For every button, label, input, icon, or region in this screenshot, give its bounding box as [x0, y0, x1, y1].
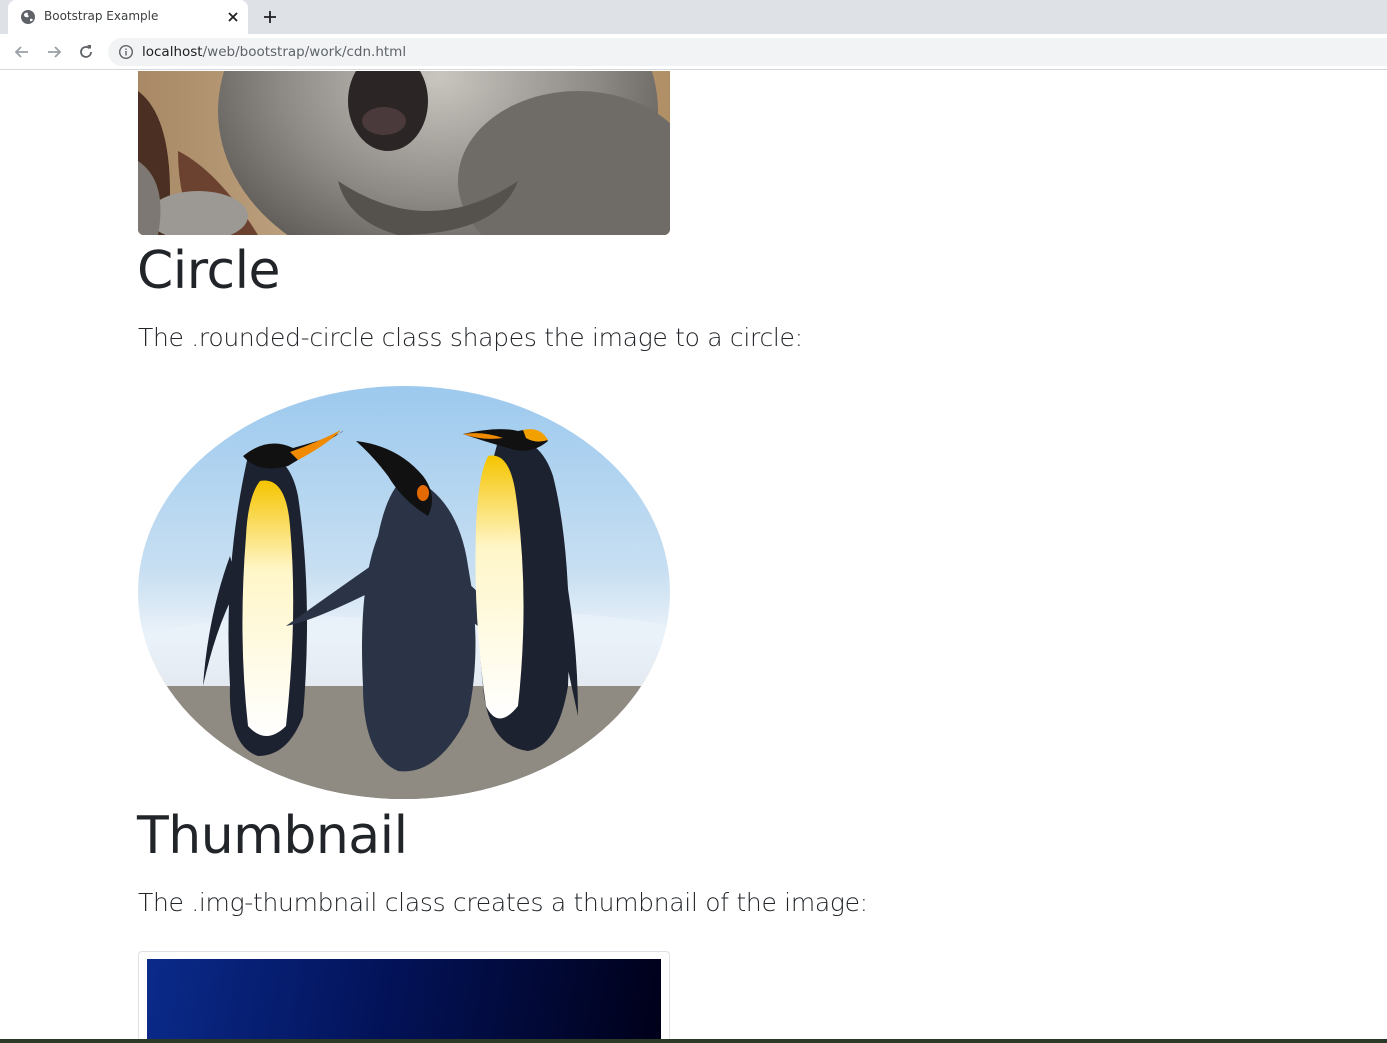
- circle-description: The .rounded-circle class shapes the ima…: [138, 323, 803, 352]
- thumbnail-image-frame: [138, 951, 670, 1043]
- thumbnail-image: [147, 959, 661, 1043]
- forward-arrow-icon[interactable]: [44, 42, 64, 62]
- browser-tab[interactable]: Bootstrap Example: [8, 0, 248, 34]
- page-content: Circle The .rounded-circle class shapes …: [0, 71, 1387, 1043]
- url-host: localhost: [142, 44, 203, 60]
- back-arrow-icon[interactable]: [12, 42, 32, 62]
- url-text[interactable]: localhost/web/bootstrap/work/cdn.html: [142, 44, 406, 60]
- thumbnail-heading: Thumbnail: [137, 806, 408, 866]
- url-path: /web/bootstrap/work/cdn.html: [202, 44, 407, 60]
- koala-image: [138, 71, 670, 235]
- circle-heading: Circle: [137, 241, 281, 301]
- globe-icon: [21, 10, 35, 24]
- thumbnail-description: The .img-thumbnail class creates a thumb…: [138, 888, 868, 917]
- browser-toolbar: localhost/web/bootstrap/work/cdn.html: [0, 34, 1387, 70]
- taskbar-edge: [0, 1039, 1387, 1043]
- info-icon[interactable]: [118, 44, 134, 60]
- close-icon[interactable]: [224, 8, 242, 26]
- new-tab-icon[interactable]: [260, 7, 280, 27]
- penguins-image: [138, 386, 670, 799]
- tab-title: Bootstrap Example: [44, 9, 159, 23]
- tab-strip: Bootstrap Example: [0, 0, 1387, 34]
- address-bar[interactable]: localhost/web/bootstrap/work/cdn.html: [108, 38, 1387, 66]
- reload-icon[interactable]: [76, 42, 96, 62]
